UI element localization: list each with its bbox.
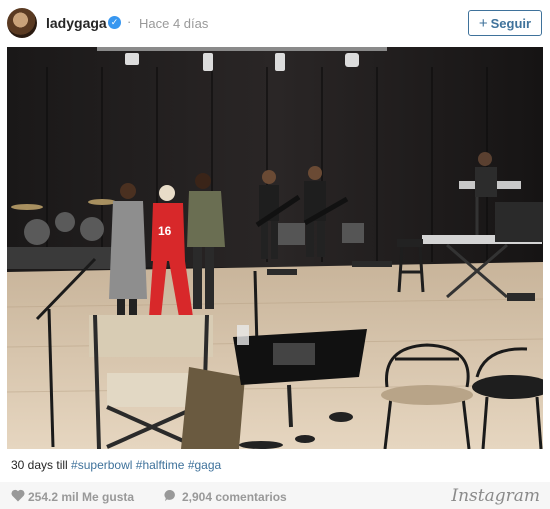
hashtag-gaga[interactable]: #gaga bbox=[188, 458, 221, 472]
comment-count[interactable]: 2,904 comentarios bbox=[182, 490, 287, 504]
bag bbox=[181, 367, 245, 449]
shoes bbox=[329, 412, 353, 422]
follow-button[interactable]: + Seguir bbox=[468, 10, 542, 36]
follow-button-label: Seguir bbox=[490, 15, 532, 31]
username[interactable]: ladygaga bbox=[46, 15, 107, 31]
drum-riser bbox=[7, 247, 119, 269]
hashtag-superbowl[interactable]: #superbowl bbox=[71, 458, 132, 472]
jersey-number: 16 bbox=[158, 224, 172, 238]
post-timestamp[interactable]: Hace 4 días bbox=[139, 16, 208, 31]
post-photo[interactable]: 16 bbox=[7, 47, 543, 449]
hashtag-halftime[interactable]: #halftime bbox=[136, 458, 185, 472]
amp bbox=[342, 223, 364, 243]
amp bbox=[277, 223, 305, 245]
person-grey-coat bbox=[109, 183, 147, 319]
verified-icon: ✓ bbox=[108, 16, 121, 29]
instagram-logo[interactable]: Instagram bbox=[451, 486, 540, 506]
equipment-rack bbox=[495, 202, 543, 242]
rehearsal-stage-photo: 16 bbox=[7, 47, 543, 449]
avatar[interactable] bbox=[7, 8, 37, 38]
comment-icon[interactable] bbox=[164, 489, 177, 502]
separator-dot: · bbox=[127, 14, 132, 29]
post-caption: 30 days till #superbowl #halftime #gaga bbox=[11, 458, 221, 472]
lighting-truss bbox=[97, 47, 387, 51]
like-count[interactable]: 254.2 mil Me gusta bbox=[28, 490, 134, 504]
chair-seat bbox=[381, 385, 473, 405]
post-header: ladygaga ✓ · Hace 4 días + Seguir bbox=[0, 0, 550, 46]
heart-icon[interactable] bbox=[11, 489, 25, 502]
plus-icon: + bbox=[478, 14, 488, 32]
post-footer: 254.2 mil Me gusta 2,904 comentarios Ins… bbox=[0, 482, 550, 509]
caption-text: 30 days till bbox=[11, 458, 68, 472]
